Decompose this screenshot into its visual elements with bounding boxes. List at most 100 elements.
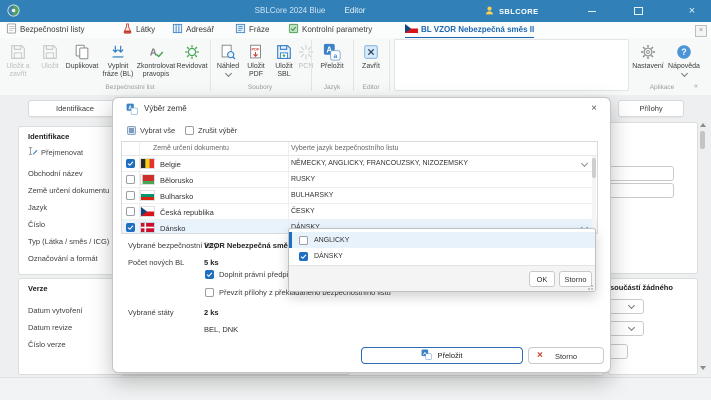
account-button[interactable]: SBLCORE [484, 3, 538, 19]
svg-text:a: a [333, 53, 337, 60]
chevron-down-icon [680, 70, 687, 77]
flask-icon [122, 23, 133, 36]
app-logo-icon [6, 3, 21, 20]
revise-button[interactable]: Revidovat [176, 41, 208, 71]
tab-substances[interactable]: Látky [122, 22, 155, 37]
svg-text:PDF: PDF [252, 47, 260, 52]
tab-address-book[interactable]: Adresář [172, 22, 214, 37]
select-all-checkbox[interactable]: Vybrat vše [127, 125, 175, 136]
checkbox-checked[interactable] [205, 270, 214, 279]
svg-text:A: A [150, 48, 157, 59]
minimize-button[interactable] [578, 0, 606, 22]
language-value: NĚMECKY, ANGLICKY, FRANCOUZSKY, NIZOZEMS… [291, 160, 468, 167]
settings-button[interactable]: Nastavení [630, 41, 666, 71]
save-and-close-button[interactable]: Uložit a zavřít [0, 41, 36, 79]
country-checkbox[interactable] [126, 159, 135, 168]
translate-icon: Aa [313, 41, 351, 61]
main-tab-strip: Bezpečnostní listy Látky Adresář Fráze K… [0, 22, 711, 39]
legal-regulations-checkbox[interactable]: Doplnit právní předpisy [205, 270, 296, 279]
flag-icon [141, 223, 154, 232]
translate-button[interactable]: A Přeložit [361, 347, 523, 364]
column-header-country: Země určení dokumentu [153, 145, 229, 152]
tab-control-parameters[interactable]: Kontrolní parametry [288, 22, 372, 37]
spellcheck-button[interactable]: A Zkontrolovat pravopis [136, 41, 176, 79]
tab-document-editor[interactable]: BL VZOR Nebezpečná směs II [405, 22, 534, 39]
checkbox-unchecked[interactable] [185, 126, 194, 135]
checkbox-indeterminate[interactable] [127, 126, 136, 135]
scrollbar-up-arrow[interactable] [700, 123, 706, 127]
cancel-button[interactable]: × Storno [528, 347, 604, 364]
option-checkbox[interactable] [299, 252, 308, 261]
dialog-close-button[interactable]: × [583, 101, 605, 116]
ribbon-collapse-icon[interactable]: « [694, 83, 698, 90]
fill-phrases-button[interactable]: Vyplnit fráze (BL) [100, 41, 136, 79]
gear-icon [630, 41, 666, 61]
tab-safety-data-sheets[interactable]: Bezpečnostní listy [6, 22, 84, 37]
attachments-card-top [608, 122, 698, 274]
save-icon [36, 41, 64, 61]
country-row[interactable]: BelgieNĚMECKY, ANGLICKY, FRANCOUZSKY, NI… [122, 156, 597, 172]
table-header: Země určení dokumentu Vyberte jazyk bezp… [122, 142, 597, 156]
window-title: Editor [320, 6, 390, 15]
chevron-down-icon[interactable] [581, 160, 588, 167]
tab-label: BL VZOR Nebezpečná směs II [421, 25, 534, 34]
sbl-icon [270, 41, 298, 61]
close-tab-button[interactable]: × [695, 25, 707, 37]
status-strip [0, 377, 711, 400]
preview-icon [214, 41, 242, 61]
ribbon-empty-area [394, 39, 629, 91]
scrollbar-down-arrow[interactable] [700, 366, 706, 370]
help-icon: ? [666, 41, 702, 61]
highlight-bar [289, 232, 292, 248]
country-checkbox[interactable] [126, 175, 135, 184]
tab-phrases[interactable]: Fráze [235, 22, 269, 37]
ribbon: Uložit a zavřít Uložit Duplikovat Vyplni… [0, 38, 711, 96]
rename-link[interactable]: Přejmenovat [28, 146, 83, 158]
option-label: ANGLICKY [314, 237, 349, 244]
preview-button[interactable]: Náhled [214, 41, 242, 79]
close-editor-button[interactable]: Zavřít [355, 41, 387, 71]
new-sheets-value: 5 ks [204, 258, 219, 267]
help-button[interactable]: ? Nápověda [666, 41, 702, 79]
spellcheck-icon: A [136, 41, 176, 61]
rename-label: Přejmenovat [41, 148, 83, 157]
dropdown-ok-button[interactable]: OK [529, 271, 555, 287]
duplicate-button[interactable]: Duplikovat [64, 41, 100, 71]
country-checkbox[interactable] [126, 223, 135, 232]
country-row[interactable]: BulharskoBULHARSKY [122, 188, 597, 204]
checkbox-unchecked[interactable] [205, 288, 214, 297]
country-checkbox[interactable] [126, 191, 135, 200]
option-checkbox[interactable] [299, 236, 308, 245]
resize-grip[interactable] [588, 285, 593, 290]
country-checkbox[interactable] [126, 207, 135, 216]
close-window-button[interactable]: × [678, 0, 706, 22]
deselect-all-label: Zrušit výběr [198, 126, 237, 135]
deselect-all-checkbox[interactable]: Zrušit výběr [185, 125, 237, 136]
maximize-button[interactable] [624, 0, 652, 22]
flag-icon [141, 191, 154, 200]
save-sbl-button[interactable]: Uložit SBL [270, 41, 298, 79]
scrollbar-thumb[interactable] [700, 131, 705, 149]
country-row[interactable]: Česká republikaČESKY [122, 204, 597, 220]
user-icon [484, 5, 495, 18]
section-tab-attachments[interactable]: Přílohy [618, 100, 684, 117]
chevron-down-icon [224, 70, 231, 77]
translate-button-ribbon[interactable]: Aa Přeložit [313, 41, 351, 71]
close-editor-icon [355, 41, 387, 61]
language-option[interactable]: DÁNSKY [289, 248, 595, 264]
field-label: Datum vytvoření [28, 306, 83, 315]
app-window: SBLCore 2024 Blue Editor SBLCORE × Bezpe… [0, 0, 711, 400]
new-sheets-label: Počet nových BL [128, 258, 184, 267]
select-all-label: Vybrat vše [140, 126, 175, 135]
save-button[interactable]: Uložit [36, 41, 64, 71]
section-tab-identification[interactable]: Identifikace [28, 100, 122, 117]
table-scrollbar[interactable] [592, 156, 596, 233]
ribbon-group-label: Aplikace [630, 84, 694, 91]
field-label: Označování a formát [28, 254, 98, 263]
language-option[interactable]: ANGLICKY [289, 232, 595, 248]
country-row[interactable]: BěloruskoRUSKY [122, 172, 597, 188]
translate-icon: A [421, 349, 432, 362]
table-scrollbar-thumb[interactable] [592, 158, 596, 178]
ribbon-group-label: Jazyk [313, 84, 351, 91]
save-pdf-button[interactable]: PDF Uložit PDF [242, 41, 270, 79]
